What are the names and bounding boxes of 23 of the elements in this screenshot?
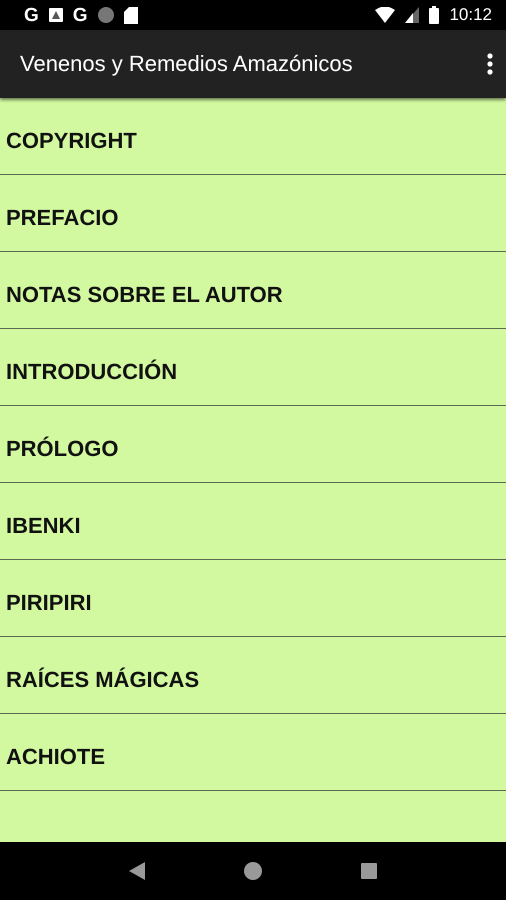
signal-icon — [405, 7, 420, 23]
battery-icon — [429, 6, 440, 24]
chapter-item[interactable]: PIRIPIRI — [0, 560, 506, 637]
sd-card-icon — [124, 6, 138, 24]
chapter-item[interactable]: RAÍCES MÁGICAS — [0, 637, 506, 714]
chapter-item[interactable]: COPYRIGHT — [0, 98, 506, 175]
home-icon[interactable] — [244, 862, 262, 880]
back-icon[interactable] — [129, 862, 146, 880]
wifi-icon — [375, 7, 396, 23]
chapter-item[interactable]: ACHIOTE — [0, 714, 506, 791]
more-options-icon[interactable] — [486, 53, 494, 75]
chapter-item[interactable]: NOTAS SOBRE EL AUTOR — [0, 252, 506, 329]
chapter-item[interactable]: IBENKI — [0, 483, 506, 560]
recents-icon[interactable] — [360, 863, 377, 879]
clock: 10:12 — [449, 5, 492, 25]
chapter-item[interactable]: INTRODUCCIÓN — [0, 329, 506, 406]
chapter-item[interactable]: PRÓLOGO — [0, 406, 506, 483]
chapter-item[interactable]: PREFACIO — [0, 175, 506, 252]
dot-icon — [98, 7, 114, 23]
app-title: Venenos y Remedios Amazónicos — [20, 51, 354, 77]
notification-icon: G — [24, 6, 39, 24]
image-icon — [48, 8, 63, 22]
notification-icon: G — [72, 6, 88, 24]
